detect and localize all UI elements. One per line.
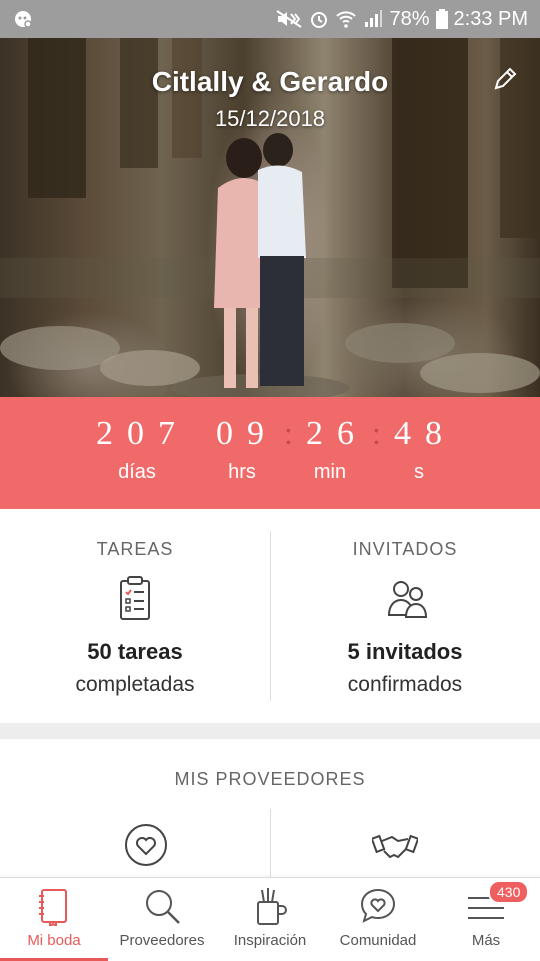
nav-proveedores[interactable]: Proveedores <box>108 878 216 961</box>
summary-section: TAREAS 50 tareas completadas INVITADOS 5… <box>0 509 540 724</box>
hero-photo[interactable]: Citlally & Gerardo 15/12/2018 <box>0 38 540 397</box>
couple-names: Citlally & Gerardo <box>151 66 389 97</box>
nav-mi-boda[interactable]: Mi boda <box>0 878 108 961</box>
guests-count: 5 invitados <box>347 639 463 664</box>
wifi-icon <box>335 9 357 29</box>
nav-comunidad[interactable]: Comunidad <box>324 878 432 961</box>
mute-icon <box>275 9 303 29</box>
checklist-icon <box>115 575 155 621</box>
providers-divider <box>270 809 271 879</box>
providers-title: MIS PROVEEDORES <box>174 769 366 789</box>
couple-figure <box>214 133 306 388</box>
tasks-title: TAREAS <box>96 539 174 559</box>
chat-heart-icon <box>358 886 398 926</box>
hours-label: hrs <box>228 461 256 483</box>
clock-time: 2:33 PM <box>453 7 528 30</box>
countdown-hours: 09 <box>216 415 278 452</box>
nav-label: Comunidad <box>339 932 417 949</box>
notification-badge: 430 <box>488 880 530 904</box>
bottom-navigation: Mi boda Proveedores Inspiración Comunida… <box>0 877 540 961</box>
guests-title: INVITADOS <box>352 539 458 559</box>
nav-label: Más <box>471 932 501 949</box>
section-separator <box>0 723 540 739</box>
countdown-minutes: 26 <box>306 415 368 452</box>
guests-subtitle: confirmados <box>347 673 463 696</box>
tasks-subtitle: completadas <box>75 673 195 696</box>
countdown-separator: : <box>372 415 381 451</box>
seconds-label: s <box>414 461 424 483</box>
wedding-date: 15/12/2018 <box>214 106 326 131</box>
countdown-days: 207 <box>96 415 189 452</box>
handshake-icon[interactable] <box>370 823 420 867</box>
nav-label: Mi boda <box>27 932 81 949</box>
guests-icon <box>385 575 428 621</box>
countdown-banner: 207 09 : 26 : 48 días hrs min s <box>0 397 540 509</box>
battery-icon <box>435 9 448 29</box>
alarm-icon <box>309 9 329 29</box>
notification-icon <box>12 8 34 30</box>
guests-card[interactable]: INVITADOS 5 invitados confirmados <box>270 509 540 723</box>
battery-percent: 78% <box>389 7 430 30</box>
days-label: días <box>118 461 156 483</box>
minutes-label: min <box>313 461 347 483</box>
status-bar: 78% 2:33 PM <box>0 0 540 38</box>
nav-label: Inspiración <box>233 932 307 949</box>
inspiration-icon <box>250 886 290 926</box>
tasks-count: 50 tareas <box>87 639 183 664</box>
search-icon <box>142 886 182 926</box>
countdown-seconds: 48 <box>394 415 456 452</box>
edit-pencil-icon[interactable] <box>490 64 520 94</box>
nav-inspiracion[interactable]: Inspiración <box>216 878 324 961</box>
notebook-icon <box>34 886 74 928</box>
nav-label: Proveedores <box>119 932 205 949</box>
nav-mas[interactable]: 430 Más <box>432 878 540 961</box>
tasks-card[interactable]: TAREAS 50 tareas completadas <box>0 509 270 723</box>
favorites-heart-icon[interactable] <box>124 823 168 867</box>
providers-section: MIS PROVEEDORES <box>0 739 540 879</box>
signal-icon <box>363 9 383 29</box>
countdown-separator: : <box>284 415 293 451</box>
